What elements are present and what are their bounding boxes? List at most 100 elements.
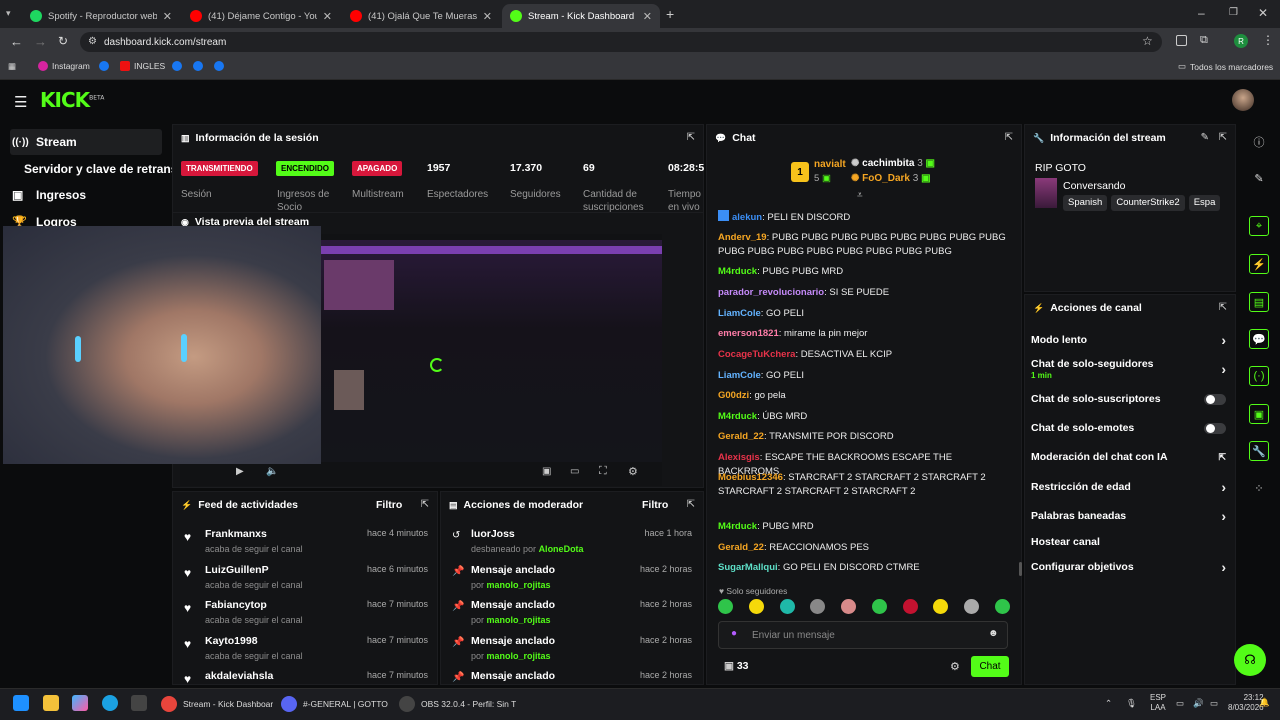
taskbar-app[interactable]: Stream - Kick Dashboar xyxy=(161,696,273,712)
edit-icon[interactable]: ✎ xyxy=(1249,168,1269,188)
emoji-icon[interactable]: ☻ xyxy=(988,628,999,639)
chat-username[interactable]: Moebius12346 xyxy=(718,472,783,483)
back-icon[interactable]: ← xyxy=(10,34,23,49)
sidebar-item-server-key[interactable]: Servidor y clave de retransm xyxy=(22,156,172,182)
mod-action-user[interactable]: manolo_rojitas xyxy=(487,580,551,590)
chat-username[interactable]: G00dzi xyxy=(718,390,749,401)
popout-icon[interactable]: ⇱ xyxy=(1005,132,1013,143)
emote-icon[interactable] xyxy=(718,599,733,614)
network-icon[interactable]: ▭ xyxy=(1176,698,1184,709)
extension-icon[interactable] xyxy=(1176,35,1187,46)
feed-user-name[interactable]: LuizGuillenP xyxy=(205,564,303,576)
copilot-button[interactable] xyxy=(72,695,88,711)
url-field[interactable]: dashboard.kick.com/stream xyxy=(80,32,1162,52)
document-icon[interactable]: ▤ xyxy=(1249,292,1269,312)
browser-tab[interactable]: Stream - Kick Dashboard ✕ xyxy=(502,4,660,28)
emote-icon[interactable] xyxy=(841,599,857,614)
volume-tray-icon[interactable]: 🔊 xyxy=(1193,698,1204,709)
browser-tab[interactable]: Spotify - Reproductor web: mú ✕ xyxy=(22,4,180,28)
user-avatar[interactable] xyxy=(1232,89,1254,111)
language-indicator[interactable]: ESP LAA xyxy=(1150,693,1166,712)
emote-icon[interactable] xyxy=(994,599,1010,614)
stream-tag[interactable]: Espa xyxy=(1188,195,1221,211)
top-gifter-name[interactable]: navialt xyxy=(814,159,846,170)
bookmark-instagram[interactable]: Instagram xyxy=(38,61,90,71)
chat-username[interactable]: M4rduck xyxy=(718,266,757,277)
chat-username[interactable]: emerson1821 xyxy=(718,328,779,339)
target-icon[interactable]: ⌖ xyxy=(1249,216,1269,236)
bookmark-facebook[interactable] xyxy=(214,61,224,71)
channel-action-item[interactable]: Restricción de edad › xyxy=(1031,480,1226,494)
stream-tag[interactable]: CounterStrike2 xyxy=(1111,195,1185,211)
pip-icon[interactable]: ▣ xyxy=(542,466,551,477)
tab-close-icon[interactable]: ✕ xyxy=(323,10,332,23)
emote-icon[interactable] xyxy=(871,599,887,614)
channel-action-item[interactable]: Chat de solo-emotes xyxy=(1031,422,1226,434)
puzzle-icon[interactable]: ⧉ xyxy=(1200,34,1208,47)
menu-dots-icon[interactable]: ⋮ xyxy=(1262,33,1274,47)
mod-action-user[interactable]: AloneDota xyxy=(539,544,584,554)
sidebar-item-ingresos[interactable]: ▣ Ingresos xyxy=(10,182,162,208)
channel-action-item[interactable]: Configurar objetivos › xyxy=(1031,560,1226,574)
volume-icon[interactable]: 🔈 xyxy=(266,466,278,477)
chat-username[interactable]: Anderv_19 xyxy=(718,232,767,243)
sidebar-item-stream[interactable]: ((·)) Stream xyxy=(10,129,162,155)
expand-chevron-icon[interactable]: ⩡ xyxy=(857,190,863,201)
hamburger-menu-icon[interactable]: ☰ xyxy=(14,93,27,111)
channel-action-item[interactable]: Hostear canal xyxy=(1031,536,1226,548)
chat-username[interactable]: LiamCole xyxy=(718,308,761,319)
tab-close-icon[interactable]: ✕ xyxy=(483,10,492,23)
emote-icon[interactable] xyxy=(964,599,980,614)
feed-user-name[interactable]: Kayto1998 xyxy=(205,635,303,647)
chat-username[interactable]: SugarMallqui xyxy=(718,562,778,573)
tab-close-icon[interactable]: ✕ xyxy=(643,10,652,23)
bookmark-facebook[interactable] xyxy=(172,61,182,71)
chat-username[interactable]: Gerald_22 xyxy=(718,542,764,553)
channel-action-item[interactable]: Modo lento › xyxy=(1031,333,1226,347)
mod-action-user[interactable]: manolo_rojitas xyxy=(487,651,551,661)
chat-username[interactable]: M4rduck xyxy=(718,411,757,422)
mic-tray-icon[interactable]: 🎙 xyxy=(1126,698,1137,709)
chat-username[interactable]: parador_revolucionario xyxy=(718,287,824,298)
bolt-icon[interactable]: ⚡ xyxy=(1249,254,1269,274)
chat-settings-icon[interactable]: ⚙ xyxy=(950,660,960,673)
support-button[interactable]: ☊ xyxy=(1234,644,1266,676)
kick-logo[interactable]: KICKBETA xyxy=(40,88,104,112)
info-icon[interactable]: ⓘ xyxy=(1249,132,1269,152)
site-info-icon[interactable]: ⚙ xyxy=(88,36,97,47)
channel-action-item[interactable]: Palabras baneadas › xyxy=(1031,509,1226,523)
mic-icon[interactable]: ● xyxy=(731,628,737,639)
profile-avatar[interactable]: R xyxy=(1234,34,1248,48)
battery-icon[interactable]: ▭ xyxy=(1210,698,1218,709)
browser-tab[interactable]: (41) Ojalá Que Te Mueras - You ✕ xyxy=(342,4,500,28)
mod-filter-button[interactable]: Filtro xyxy=(642,499,668,511)
chat-send-button[interactable]: Chat xyxy=(971,656,1009,677)
minimize-button[interactable]: – xyxy=(1198,6,1205,20)
bookmark-ingles[interactable]: INGLES xyxy=(120,61,165,71)
bookmark-star-icon[interactable]: ☆ xyxy=(1142,34,1153,48)
chat-scrollbar[interactable] xyxy=(1019,562,1022,576)
chat-username[interactable]: M4rduck xyxy=(718,521,757,532)
notifications-icon[interactable]: 🔔 xyxy=(1259,697,1270,708)
stream-tag[interactable]: Spanish xyxy=(1063,195,1108,211)
mod-action-user[interactable]: manolo_rojitas xyxy=(487,615,551,625)
emote-icon[interactable] xyxy=(810,599,826,614)
new-tab-button[interactable]: + xyxy=(666,6,674,22)
bookmark-facebook[interactable] xyxy=(193,61,203,71)
reload-icon[interactable]: ↻ xyxy=(58,34,68,48)
chat-username[interactable]: Gerald_22 xyxy=(718,431,764,442)
tool-icon[interactable]: 🔧 xyxy=(1249,441,1269,461)
chat-bubble-icon[interactable]: 💬 xyxy=(1249,329,1269,349)
theater-icon[interactable]: ▭ xyxy=(570,466,579,477)
maximize-button[interactable]: ❐ xyxy=(1229,7,1238,18)
taskbar-app[interactable]: OBS 32.0.4 - Perfil: Sin T xyxy=(399,696,516,712)
start-button[interactable] xyxy=(13,695,29,711)
forward-icon[interactable]: → xyxy=(34,34,47,49)
edit-pencil-icon[interactable]: ✎ xyxy=(1201,132,1209,143)
toggle-switch[interactable] xyxy=(1204,422,1226,434)
top-gifter-name[interactable]: ✺ FoO_Dark 3 ▣ xyxy=(851,173,931,184)
monitor-icon[interactable]: ▣ xyxy=(1249,404,1269,424)
fullscreen-icon[interactable]: ⛶ xyxy=(599,465,607,478)
feed-user-name[interactable]: Frankmanxs xyxy=(205,528,303,540)
apps-icon[interactable]: ⁘ xyxy=(1249,478,1269,498)
